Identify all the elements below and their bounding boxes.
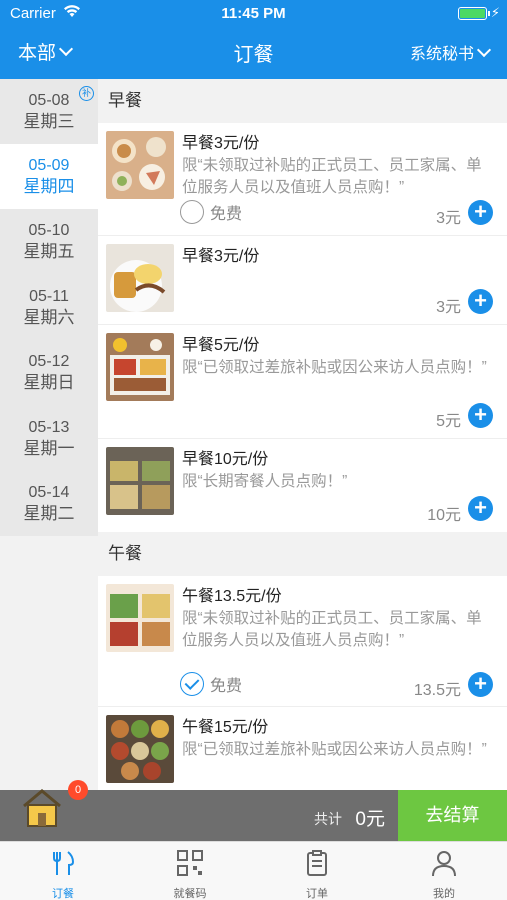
meal-item: 早餐10元/份 限“长期寄餐人员点购！” 10元 +	[98, 439, 507, 532]
tab-label: 订餐	[52, 888, 74, 900]
chevron-down-icon	[476, 42, 492, 57]
meal-photo	[106, 715, 174, 783]
date-label: 05-09	[28, 157, 70, 174]
date-item-05-13[interactable]: 05-13 星期一	[0, 406, 98, 471]
date-sidebar: 05-08 星期三 补 05-09 星期四 05-10 星期五 05-11 星期…	[0, 79, 98, 536]
checkout-button[interactable]: 去结算	[398, 790, 507, 841]
weekday-label: 星期五	[23, 242, 75, 261]
date-label: 05-11	[29, 288, 69, 305]
date-label: 05-14	[28, 484, 70, 501]
date-label: 05-10	[28, 222, 70, 239]
free-option[interactable]: 免费	[180, 672, 242, 696]
meal-price: 5元	[436, 413, 461, 430]
add-button[interactable]: +	[468, 496, 493, 521]
weekday-label: 星期三	[23, 112, 75, 131]
date-item-05-14[interactable]: 05-14 星期二	[0, 471, 98, 536]
date-item-05-11[interactable]: 05-11 星期六	[0, 275, 98, 340]
meal-restriction: 限“长期寄餐人员点购！”	[182, 473, 348, 490]
weekday-label: 星期日	[23, 373, 75, 392]
person-icon	[432, 851, 456, 877]
add-button[interactable]: +	[468, 403, 493, 428]
utensils-icon	[53, 851, 75, 875]
meal-price: 10元	[427, 507, 461, 524]
free-label: 免费	[210, 206, 243, 223]
header: Carrier 11:45 PM ⚡ 本部 订餐 系统秘书	[0, 0, 507, 79]
date-label: 05-13	[28, 419, 70, 436]
tab-meal-code[interactable]: 就餐码	[127, 842, 253, 900]
radio-unchecked-icon[interactable]	[180, 200, 204, 224]
meal-restriction: 限“已领取过差旅补贴或因公来访人员点购！”	[182, 741, 487, 758]
meal-price: 3元	[436, 210, 461, 227]
free-option[interactable]: 免费	[180, 200, 242, 224]
status-bar: Carrier 11:45 PM ⚡	[0, 0, 507, 28]
meal-item: 午餐15元/份 限“已领取过差旅补贴或因公来访人员点购！”	[98, 707, 507, 790]
meal-item: 午餐13.5元/份 限“未领取过补贴的正式员工、员工家属、单位服务人员以及值班人…	[98, 576, 507, 706]
battery-icon	[458, 7, 490, 20]
tab-bar: 订餐 就餐码 订单 我的	[0, 841, 507, 900]
tab-label: 就餐码	[173, 888, 207, 900]
date-item-05-12[interactable]: 05-12 星期日	[0, 340, 98, 405]
section-title-lunch: 午餐	[98, 532, 507, 576]
meal-photo	[106, 131, 174, 199]
add-button[interactable]: +	[468, 200, 493, 225]
date-item-05-09[interactable]: 05-09 星期四	[0, 144, 98, 209]
supplement-badge: 补	[79, 86, 94, 101]
section-title-breakfast: 早餐	[98, 79, 507, 123]
meal-item: 早餐3元/份 3元 +	[98, 236, 507, 324]
meal-restriction: 限“已领取过差旅补贴或因公来访人员点购！”	[182, 359, 487, 376]
weekday-label: 星期二	[23, 504, 75, 523]
weekday-label: 星期四	[23, 177, 75, 196]
user-selector[interactable]: 系统秘书	[409, 40, 492, 64]
checkout-bar: 0 共计 0元 去结算	[0, 780, 507, 841]
add-button[interactable]: +	[468, 672, 493, 697]
weekday-label: 星期六	[23, 308, 75, 327]
status-time: 11:45 PM	[221, 5, 286, 22]
meal-price: 13.5元	[413, 682, 461, 699]
date-item-05-10[interactable]: 05-10 星期五	[0, 209, 98, 274]
cart-home-button[interactable]: 0	[20, 780, 88, 828]
meal-name: 午餐13.5元/份	[182, 588, 282, 605]
meal-photo	[106, 447, 174, 515]
tab-label: 我的	[433, 888, 455, 900]
meal-restriction: 限“未领取过补贴的正式员工、员工家属、单位服务人员以及值班人员点购！”	[182, 157, 482, 196]
free-label: 免费	[210, 678, 243, 695]
meal-item: 早餐3元/份 限“未领取过补贴的正式员工、员工家属、单位服务人员以及值班人员点购…	[98, 123, 507, 235]
home-icon	[23, 789, 61, 827]
menu-list[interactable]: 早餐 早餐3元/份 限“未领取过补贴的正式员工、员工家属、单位服务人员以及值班人…	[98, 79, 507, 790]
meal-item: 早餐5元/份 限“已领取过差旅补贴或因公来访人员点购！” 5元 +	[98, 325, 507, 438]
meal-name: 早餐10元/份	[182, 451, 269, 468]
tab-orders[interactable]: 订单	[254, 842, 380, 900]
total-value: 0元	[355, 809, 385, 830]
meal-photo	[106, 584, 174, 652]
nav-bar: 本部 订餐 系统秘书	[0, 28, 507, 79]
meal-restriction: 限“未领取过补贴的正式员工、员工家属、单位服务人员以及值班人员点购！”	[182, 610, 482, 649]
meal-photo	[106, 333, 174, 401]
clipboard-icon	[307, 850, 327, 876]
meal-name: 早餐3元/份	[182, 135, 260, 152]
cart-count-badge: 0	[68, 780, 88, 800]
meal-photo	[106, 244, 174, 312]
add-button[interactable]: +	[468, 289, 493, 314]
tab-order-meal[interactable]: 订餐	[0, 842, 126, 900]
tab-profile[interactable]: 我的	[381, 842, 507, 900]
tab-label: 订单	[306, 888, 328, 900]
radio-checked-icon[interactable]	[180, 672, 204, 696]
weekday-label: 星期一	[23, 439, 75, 458]
total-label: 共计	[314, 811, 342, 827]
meal-name: 早餐3元/份	[182, 248, 260, 265]
qr-code-icon	[177, 850, 203, 876]
meal-price: 3元	[436, 299, 461, 316]
charging-icon: ⚡	[490, 5, 500, 20]
user-label: 系统秘书	[409, 46, 474, 63]
meal-name: 早餐5元/份	[182, 337, 260, 354]
date-item-05-08[interactable]: 05-08 星期三 补	[0, 79, 98, 144]
meal-name: 午餐15元/份	[182, 719, 269, 736]
date-label: 05-12	[28, 353, 70, 370]
